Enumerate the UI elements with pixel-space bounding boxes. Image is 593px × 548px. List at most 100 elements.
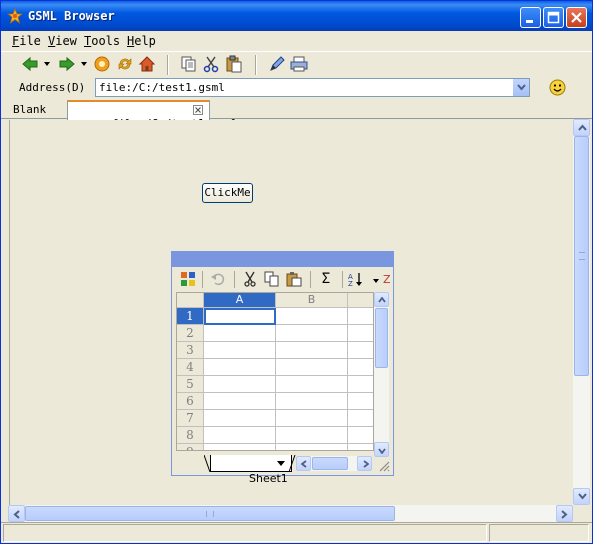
maximize-button[interactable] <box>543 7 564 28</box>
clickme-button[interactable]: ClickMe <box>202 183 253 203</box>
filter-icon[interactable]: Z <box>383 271 393 287</box>
grid-cell[interactable] <box>204 393 276 410</box>
tab-test1[interactable]: file:/C:/test1.gsml <box>67 100 238 130</box>
horizontal-scroll-thumb[interactable] <box>25 506 395 521</box>
row-header[interactable]: 7 <box>177 410 204 427</box>
row-header[interactable]: 2 <box>177 325 204 342</box>
grid-cell[interactable] <box>348 427 373 444</box>
selected-cell-a1[interactable] <box>204 308 276 325</box>
forward-icon[interactable] <box>58 55 76 73</box>
grid-horizontal-scrollbar[interactable] <box>296 456 372 471</box>
grid-vertical-scrollbar[interactable] <box>374 292 389 457</box>
back-dropdown-icon[interactable] <box>44 62 50 66</box>
home-icon[interactable] <box>138 55 156 73</box>
copy-icon[interactable] <box>180 55 198 73</box>
grid-cell[interactable] <box>348 342 373 359</box>
grid-cell[interactable] <box>204 359 276 376</box>
forward-dropdown-icon[interactable] <box>81 62 87 66</box>
sort-icon[interactable]: AZ <box>348 271 364 287</box>
paste-icon[interactable] <box>225 55 243 73</box>
grid-cell[interactable] <box>348 444 373 450</box>
tab-blank[interactable]: Blank <box>9 101 50 119</box>
sheet-tab-sheet1[interactable]: Sheet1 <box>210 455 292 485</box>
column-header-c[interactable] <box>348 293 373 308</box>
row-header[interactable]: 8 <box>177 427 204 444</box>
address-value: file:/C:/test1.gsml <box>99 81 225 94</box>
grid-cell[interactable] <box>276 427 348 444</box>
row-header[interactable]: 4 <box>177 359 204 376</box>
grid-scroll-up-button[interactable] <box>374 292 389 307</box>
grid-scroll-down-button[interactable] <box>374 442 389 457</box>
toolbar-separator <box>234 271 235 288</box>
grid-horizontal-thumb[interactable] <box>312 457 348 470</box>
pen-icon[interactable] <box>268 55 286 73</box>
resize-grip-icon[interactable] <box>377 459 390 472</box>
grid-cell[interactable] <box>204 325 276 342</box>
grid-corner[interactable] <box>177 293 204 308</box>
grid-cell[interactable] <box>348 359 373 376</box>
smiley-icon[interactable] <box>549 79 566 96</box>
grid-cell[interactable] <box>348 325 373 342</box>
stop-icon[interactable] <box>93 55 111 73</box>
horizontal-scrollbar[interactable] <box>8 505 573 522</box>
grid-cell[interactable] <box>276 359 348 376</box>
grid-scroll-right-button[interactable] <box>357 456 372 471</box>
grid-cell[interactable] <box>204 376 276 393</box>
grid-cell[interactable] <box>276 393 348 410</box>
cut-icon[interactable] <box>242 271 258 287</box>
paste-icon[interactable] <box>286 271 302 287</box>
row-header[interactable]: 3 <box>177 342 204 359</box>
scroll-left-button[interactable] <box>8 505 25 522</box>
grid-cell[interactable] <box>276 342 348 359</box>
grid-cell[interactable] <box>348 410 373 427</box>
scroll-down-button[interactable] <box>573 488 590 505</box>
grid-cell[interactable] <box>276 444 348 450</box>
grid-scroll-left-button[interactable] <box>296 456 311 471</box>
chevron-left-icon <box>13 510 20 519</box>
menu-file[interactable]: File <box>12 34 41 48</box>
address-dropdown-button[interactable] <box>512 79 529 96</box>
grid-cell[interactable] <box>204 427 276 444</box>
grid-cell[interactable] <box>276 308 348 325</box>
grid-cell[interactable] <box>276 325 348 342</box>
grid-cell[interactable] <box>276 376 348 393</box>
sheet-dropdown-icon[interactable] <box>277 461 285 466</box>
sort-dropdown-icon[interactable] <box>373 279 379 283</box>
minimize-button[interactable] <box>520 7 541 28</box>
grid-cell[interactable] <box>204 410 276 427</box>
column-header-a[interactable]: A <box>204 293 276 308</box>
grid-cell[interactable] <box>276 410 348 427</box>
address-input[interactable]: file:/C:/test1.gsml <box>95 78 530 97</box>
row-header[interactable]: 6 <box>177 393 204 410</box>
grid-cell[interactable] <box>204 444 276 450</box>
cut-icon[interactable] <box>202 55 220 73</box>
back-icon[interactable] <box>21 55 39 73</box>
vertical-scrollbar[interactable] <box>573 119 590 505</box>
print-icon[interactable] <box>290 55 308 73</box>
spreadsheet-grid[interactable]: A B 1 2 3 4 5 6 7 8 9 <box>176 292 374 451</box>
menu-help[interactable]: Help <box>127 34 156 48</box>
copy-icon[interactable] <box>264 271 280 287</box>
refresh-icon[interactable] <box>116 55 134 73</box>
format-icon[interactable] <box>180 271 196 287</box>
vertical-scroll-thumb[interactable] <box>574 136 589 376</box>
column-header-b[interactable]: B <box>276 293 348 308</box>
menu-view[interactable]: View <box>48 34 77 48</box>
close-button[interactable] <box>566 7 587 28</box>
menu-tools[interactable]: Tools <box>84 34 120 48</box>
row-header[interactable]: 9 <box>177 444 204 450</box>
title-bar[interactable]: GSML Browser <box>1 1 592 31</box>
grid-cell[interactable] <box>204 342 276 359</box>
row-header[interactable]: 1 <box>177 308 204 325</box>
grid-cell[interactable] <box>348 308 373 325</box>
scroll-up-button[interactable] <box>573 119 590 136</box>
sum-icon[interactable]: Σ <box>318 271 334 287</box>
grid-vertical-thumb[interactable] <box>375 308 388 368</box>
row-header[interactable]: 5 <box>177 376 204 393</box>
grid-cell[interactable] <box>348 393 373 410</box>
grid-cell[interactable] <box>348 376 373 393</box>
close-tab-icon[interactable] <box>193 105 203 115</box>
undo-icon[interactable] <box>210 271 226 287</box>
scroll-right-button[interactable] <box>556 505 573 522</box>
address-bar: Address(D) file:/C:/test1.gsml <box>1 77 592 99</box>
